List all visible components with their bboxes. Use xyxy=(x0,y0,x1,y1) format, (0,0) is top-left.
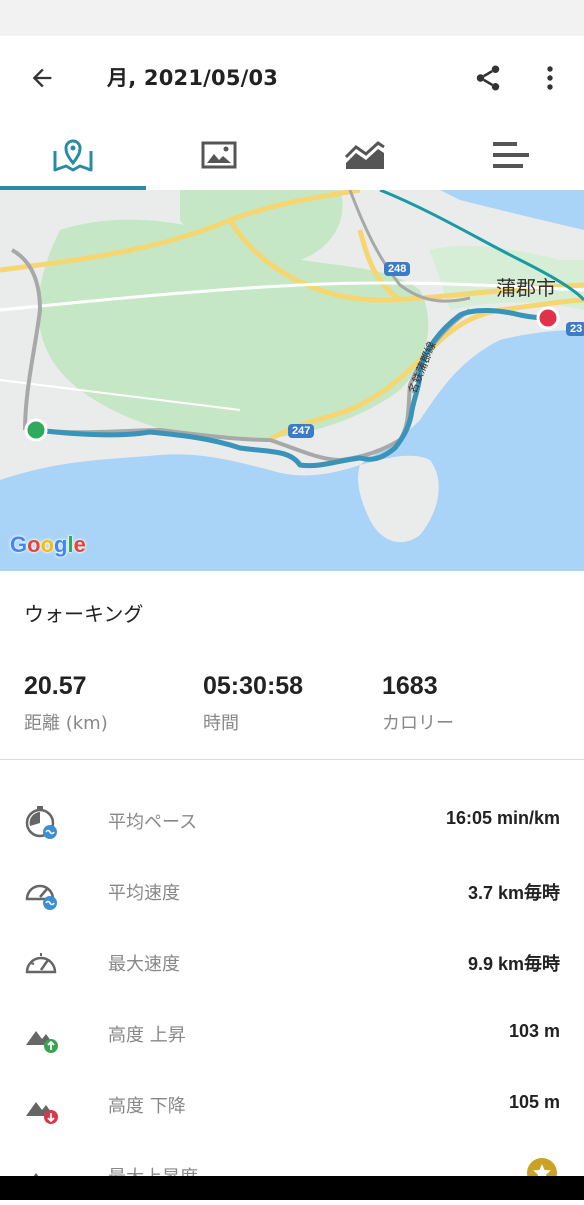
elevation-up-icon xyxy=(26,1031,58,1053)
system-nav-bar xyxy=(0,1176,584,1200)
tab-details[interactable] xyxy=(438,120,584,190)
metric-label: 平均ペース xyxy=(108,812,198,833)
metric-value: 9.9 km毎時 xyxy=(467,954,560,974)
road-badge-247: 247 xyxy=(288,424,315,438)
metric-row-elevation-down: 高度 下降 105 m xyxy=(0,1074,584,1134)
status-bar xyxy=(0,0,584,36)
image-icon xyxy=(201,141,237,169)
calories-value: 1683 xyxy=(382,672,438,700)
metric-label: 平均速度 xyxy=(108,883,180,904)
metric-row-avg-speed: 平均速度 3.7 km毎時 xyxy=(0,861,584,921)
stat-distance: 20.57 距離 (km) xyxy=(24,672,108,735)
metric-label: 高度 下降 xyxy=(108,1096,186,1117)
activity-type: ウォーキング xyxy=(24,602,144,626)
distance-label: 距離 (km) xyxy=(24,713,108,734)
city-label: 蒲郡市 xyxy=(496,278,556,300)
time-value: 05:30:58 xyxy=(203,672,304,700)
max-speed-icon xyxy=(25,953,57,974)
calories-label: カロリー xyxy=(382,713,454,734)
metric-value: 16:05 min/km xyxy=(445,808,560,828)
more-vert-icon xyxy=(547,66,553,90)
google-logo: Google xyxy=(10,532,86,557)
share-button[interactable] xyxy=(468,58,508,98)
back-button[interactable] xyxy=(22,60,62,96)
metric-row-max-speed: 最大速度 9.9 km毎時 xyxy=(0,932,584,992)
tab-bar xyxy=(0,120,584,190)
tab-photos[interactable] xyxy=(146,120,292,190)
stat-calories: 1683 カロリー xyxy=(382,672,454,735)
metric-value: 103 m xyxy=(508,1021,560,1041)
avg-pace-icon xyxy=(25,806,57,839)
route-map[interactable]: 蒲郡市 248 247 23 名鉄蒲郡線 xyxy=(0,190,584,571)
tab-map[interactable] xyxy=(0,120,146,190)
elevation-down-icon xyxy=(26,1102,58,1124)
road-badge-23: 23 xyxy=(566,322,584,336)
metric-value: 3.7 km毎時 xyxy=(467,883,560,903)
list-bars-icon xyxy=(493,142,529,168)
map-canvas xyxy=(0,190,584,571)
distance-value: 20.57 xyxy=(24,672,87,700)
metric-row-elevation-up: 高度 上昇 103 m xyxy=(0,1003,584,1063)
road-badge-248: 248 xyxy=(384,262,411,276)
time-label: 時間 xyxy=(203,713,239,734)
avg-speed-icon xyxy=(25,884,57,910)
metric-row-avg-pace: 平均ペース 16:05 min/km xyxy=(0,790,584,850)
map-pin-icon xyxy=(53,139,93,172)
stat-time: 05:30:58 時間 xyxy=(203,672,303,735)
area-chart-icon xyxy=(344,141,385,169)
metric-label: 最大速度 xyxy=(108,954,180,975)
page-title: 月, 2021/05/03 xyxy=(107,66,279,90)
metric-value: 105 m xyxy=(508,1092,560,1112)
metric-label: 高度 上昇 xyxy=(108,1025,186,1046)
section-divider xyxy=(0,759,584,760)
app-bar: 月, 2021/05/03 xyxy=(0,36,584,120)
arrow-left-icon xyxy=(32,68,52,88)
tab-charts[interactable] xyxy=(292,120,438,190)
share-icon xyxy=(476,65,500,91)
more-options-button[interactable] xyxy=(534,58,566,98)
